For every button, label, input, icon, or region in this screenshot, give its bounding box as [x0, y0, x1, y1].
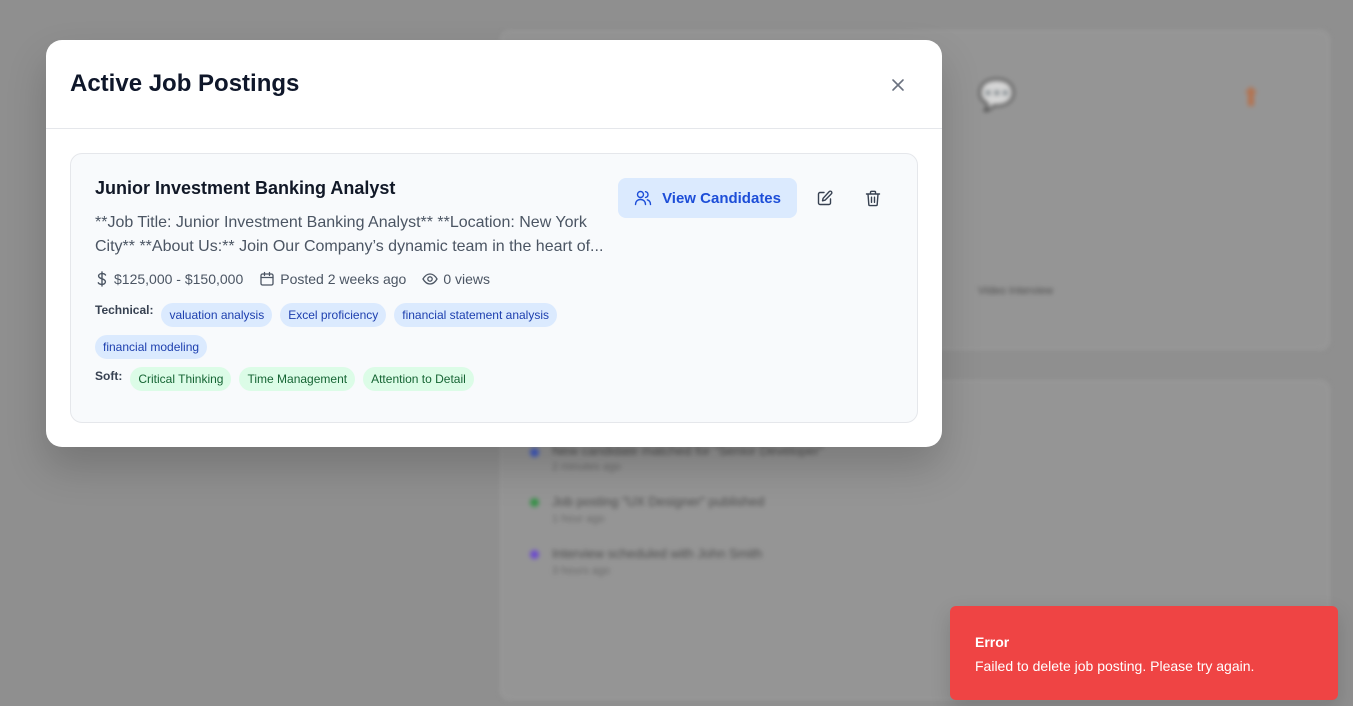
calendar-icon	[260, 271, 274, 286]
view-candidates-label: View Candidates	[662, 189, 781, 207]
eye-icon	[422, 273, 439, 285]
technical-skills-wrap: financial modeling	[95, 335, 607, 359]
views-count: 0 views	[422, 271, 490, 287]
skill-tag: Time Management	[239, 367, 356, 391]
soft-label: Soft:	[95, 369, 123, 383]
close-icon	[892, 79, 904, 91]
close-button[interactable]	[886, 73, 910, 97]
skill-tag: valuation analysis	[161, 303, 273, 327]
skill-tag: Excel proficiency	[280, 303, 387, 327]
view-candidates-button[interactable]: View Candidates	[618, 178, 797, 218]
skill-tag: financial statement analysis	[394, 303, 557, 327]
toast-title: Error	[975, 634, 1010, 650]
dollar-icon	[97, 271, 107, 287]
salary: $125,000 - $150,000	[95, 271, 243, 287]
salary-text: $125,000 - $150,000	[114, 271, 244, 287]
soft-skills: Soft: Critical Thinking Time Management …	[95, 367, 607, 391]
job-actions: View Candidates	[618, 178, 893, 218]
edit-button[interactable]	[805, 178, 845, 218]
trash-icon	[865, 190, 881, 206]
job-description: **Job Title: Junior Investment Banking A…	[95, 214, 604, 255]
modal-title: Active Job Postings	[70, 70, 300, 97]
job-meta: $125,000 - $150,000 Posted 2 weeks ago 0…	[95, 271, 893, 287]
delete-button[interactable]	[853, 178, 893, 218]
toast-message: Failed to delete job posting. Please try…	[975, 658, 1255, 674]
users-icon	[634, 190, 652, 206]
skill-tag: Attention to Detail	[363, 367, 474, 391]
skill-tag: Critical Thinking	[130, 367, 232, 391]
posted-text: Posted 2 weeks ago	[280, 271, 407, 287]
technical-label: Technical:	[95, 303, 154, 317]
modal-header: Active Job Postings	[46, 40, 942, 129]
edit-icon	[817, 190, 833, 206]
job-postings-modal: Active Job Postings Junior Investment Ba…	[46, 40, 942, 447]
job-posting-card: Junior Investment Banking Analyst **Job …	[70, 153, 918, 423]
error-toast[interactable]: Error Failed to delete job posting. Plea…	[950, 606, 1338, 700]
posted-date: Posted 2 weeks ago	[259, 271, 406, 287]
skill-tag: financial modeling	[95, 335, 208, 359]
technical-skills: Technical: valuation analysis Excel prof…	[95, 301, 607, 327]
views-text: 0 views	[443, 271, 491, 287]
